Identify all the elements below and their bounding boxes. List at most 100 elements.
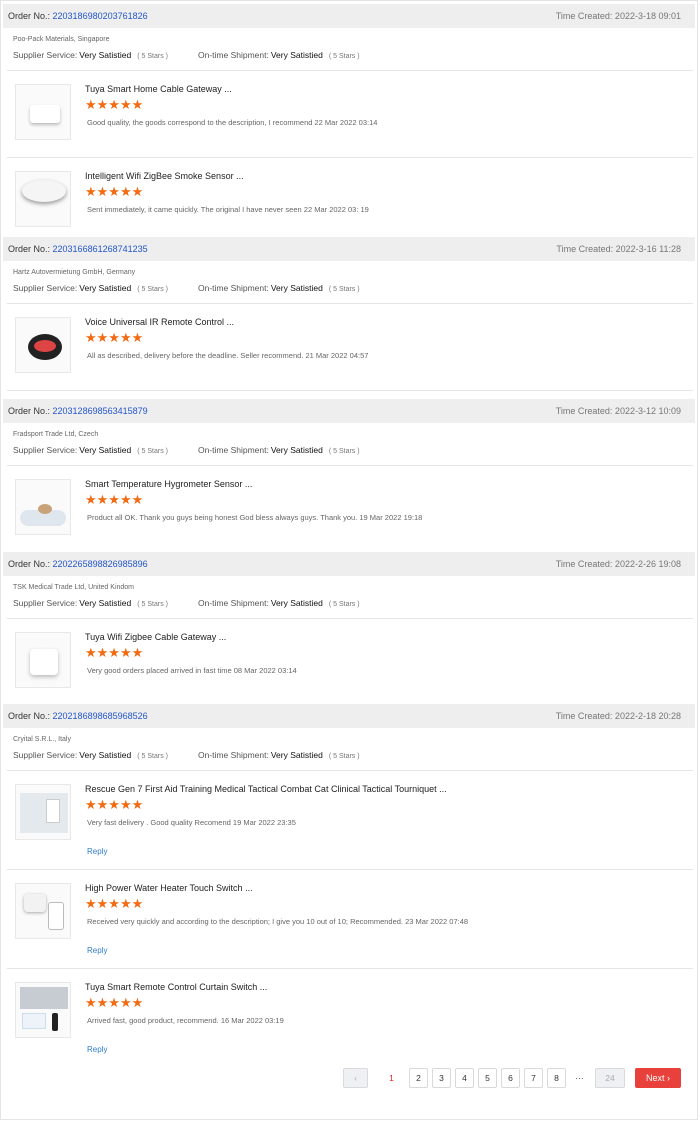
supplier-service-stars: ( 5 Stars ): [137, 286, 168, 293]
ontime-shipment-stars: ( 5 Stars ): [328, 448, 360, 455]
order-header: Order No.: 2202265898826985896 Time Crea…: [3, 552, 695, 576]
review-item: Tuya Smart Remote Control Curtain Switch…: [3, 969, 695, 1067]
product-image[interactable]: [15, 84, 71, 140]
order-number[interactable]: 2202186898685968526: [53, 711, 148, 721]
order-number[interactable]: 2203186980203761826: [53, 11, 148, 21]
order-block: Order No.: 2202186898685968526 Time Crea…: [3, 704, 695, 1067]
rating-stars-icon: ★★★★★: [85, 97, 144, 112]
ontime-shipment-stars: ( 5 Stars ): [328, 286, 360, 293]
supplier-service-stars: ( 5 Stars ): [137, 448, 168, 455]
product-title[interactable]: Tuya Smart Remote Control Curtain Switch…: [85, 982, 267, 992]
order-header: Order No.: 2202186898685968526 Time Crea…: [3, 704, 695, 728]
review-comment: Received very quickly and according to t…: [87, 917, 469, 926]
supplier-service-rating: Very Satistied: [79, 445, 132, 455]
product-image[interactable]: [15, 982, 71, 1038]
supplier-name: Cryital S.R.L., Italy: [13, 736, 71, 743]
review-comment: Arrived fast, good product, recommend. 1…: [87, 1016, 284, 1025]
order-number[interactable]: 2203166861268741235: [53, 244, 148, 254]
product-image[interactable]: [15, 479, 71, 535]
order-number[interactable]: 2202265898826985896: [53, 559, 148, 569]
rating-stars-icon: ★★★★★: [85, 896, 144, 911]
page-3-button[interactable]: 3: [432, 1068, 451, 1088]
ratings-row: Supplier Service: Very Satistied ( 5 Sta…: [3, 441, 695, 459]
review-item: Voice Universal IR Remote Control ... ★★…: [3, 304, 695, 390]
order-block: Order No.: 2203166861268741235 Time Crea…: [3, 237, 695, 391]
order-header: Order No.: 2203128698563415879 Time Crea…: [3, 399, 695, 423]
rating-stars-icon: ★★★★★: [85, 330, 144, 345]
page-6-button[interactable]: 6: [501, 1068, 520, 1088]
order-block: Order No.: 2202265898826985896 Time Crea…: [3, 552, 695, 705]
supplier-service-rating: Very Satistied: [79, 598, 132, 608]
pagination: ‹ 1 2 3 4 5 6 7 8 ··· 24 Next ›: [343, 1068, 685, 1088]
product-image[interactable]: [15, 883, 71, 939]
ontime-shipment-stars: ( 5 Stars ): [328, 53, 360, 60]
page-7-button[interactable]: 7: [524, 1068, 543, 1088]
ontime-shipment-stars: ( 5 Stars ): [328, 753, 360, 760]
prev-page-button[interactable]: ‹: [343, 1068, 368, 1088]
page-4-button[interactable]: 4: [455, 1068, 474, 1088]
supplier-service-rating: Very Satistied: [79, 750, 132, 760]
product-title[interactable]: Smart Temperature Hygrometer Sensor ...: [85, 479, 252, 489]
reviews-page: Order No.: 2203186980203761826 Time Crea…: [0, 0, 700, 1122]
rating-stars-icon: ★★★★★: [85, 492, 144, 507]
product-title[interactable]: Voice Universal IR Remote Control ...: [85, 317, 234, 327]
divider: [7, 390, 693, 391]
review-comment: Very good orders placed arrived in fast …: [87, 666, 297, 675]
ontime-shipment-rating: Very Satistied: [270, 598, 323, 608]
product-title[interactable]: High Power Water Heater Touch Switch ...: [85, 883, 253, 893]
ontime-shipment-label: On-time Shipment:: [197, 598, 269, 608]
pagination-ellipsis: ···: [570, 1068, 589, 1088]
supplier-service-label: Supplier Service:: [13, 598, 78, 608]
order-number[interactable]: 2203128698563415879: [53, 406, 148, 416]
product-title[interactable]: Intelligent Wifi ZigBee Smoke Sensor ...: [85, 171, 244, 181]
ratings-row: Supplier Service: Very Satistied ( 5 Sta…: [3, 46, 695, 64]
ratings-row: Supplier Service: Very Satistied ( 5 Sta…: [3, 279, 695, 297]
supplier-service-label: Supplier Service:: [13, 50, 78, 60]
product-image[interactable]: [15, 171, 71, 227]
review-item: High Power Water Heater Touch Switch ...…: [3, 870, 695, 968]
product-title[interactable]: Rescue Gen 7 First Aid Training Medical …: [85, 784, 447, 794]
ratings-row: Supplier Service: Very Satistied ( 5 Sta…: [3, 746, 695, 764]
time-created: Time Created: 2022-3-12 10:09: [555, 406, 681, 416]
ontime-shipment-label: On-time Shipment:: [197, 283, 269, 293]
supplier-name: Hartz Autovermietung GmbH, Germany: [13, 269, 136, 276]
order-block: Order No.: 2203128698563415879 Time Crea…: [3, 399, 695, 552]
page-8-button[interactable]: 8: [547, 1068, 566, 1088]
review-item: Rescue Gen 7 First Aid Training Medical …: [3, 771, 695, 869]
order-no-label: Order No.:: [8, 11, 51, 21]
product-title[interactable]: Tuya Smart Home Cable Gateway ...: [85, 84, 232, 94]
product-image[interactable]: [15, 317, 71, 373]
product-title[interactable]: Tuya Wifi Zigbee Cable Gateway ...: [85, 632, 226, 642]
page-5-button[interactable]: 5: [478, 1068, 497, 1088]
order-no-label: Order No.:: [8, 406, 51, 416]
order-header: Order No.: 2203166861268741235 Time Crea…: [3, 237, 695, 261]
ontime-shipment-rating: Very Satistied: [270, 750, 323, 760]
ontime-shipment-rating: Very Satistied: [270, 50, 323, 60]
ontime-shipment-stars: ( 5 Stars ): [328, 601, 360, 608]
review-comment: All as described, delivery before the de…: [87, 351, 369, 360]
order-block: Order No.: 2203186980203761826 Time Crea…: [3, 4, 695, 244]
review-comment: Good quality, the goods correspond to th…: [87, 118, 378, 127]
review-comment: Product all OK. Thank you guys being hon…: [87, 513, 423, 522]
page-1-current[interactable]: 1: [382, 1068, 401, 1088]
ontime-shipment-label: On-time Shipment:: [197, 750, 269, 760]
supplier-service-rating: Very Satistied: [79, 283, 132, 293]
page-last-button[interactable]: 24: [595, 1068, 625, 1088]
reply-link[interactable]: Reply: [87, 847, 107, 856]
reply-link[interactable]: Reply: [87, 1045, 107, 1054]
ontime-shipment-label: On-time Shipment:: [197, 50, 269, 60]
product-image[interactable]: [15, 784, 71, 840]
supplier-service-stars: ( 5 Stars ): [137, 601, 168, 608]
supplier-name: Poo-Pack Materials, Singapore: [13, 36, 110, 43]
product-image[interactable]: [15, 632, 71, 688]
page-2-button[interactable]: 2: [409, 1068, 428, 1088]
order-no-label: Order No.:: [8, 244, 51, 254]
supplier-service-label: Supplier Service:: [13, 445, 78, 455]
reply-link[interactable]: Reply: [87, 946, 107, 955]
ontime-shipment-rating: Very Satistied: [270, 445, 323, 455]
rating-stars-icon: ★★★★★: [85, 184, 144, 199]
time-created: Time Created: 2022-3-16 11:28: [556, 244, 681, 254]
supplier-service-rating: Very Satistied: [79, 50, 132, 60]
time-created: Time Created: 2022-2-26 19:08: [555, 559, 681, 569]
next-page-button[interactable]: Next ›: [635, 1068, 681, 1088]
